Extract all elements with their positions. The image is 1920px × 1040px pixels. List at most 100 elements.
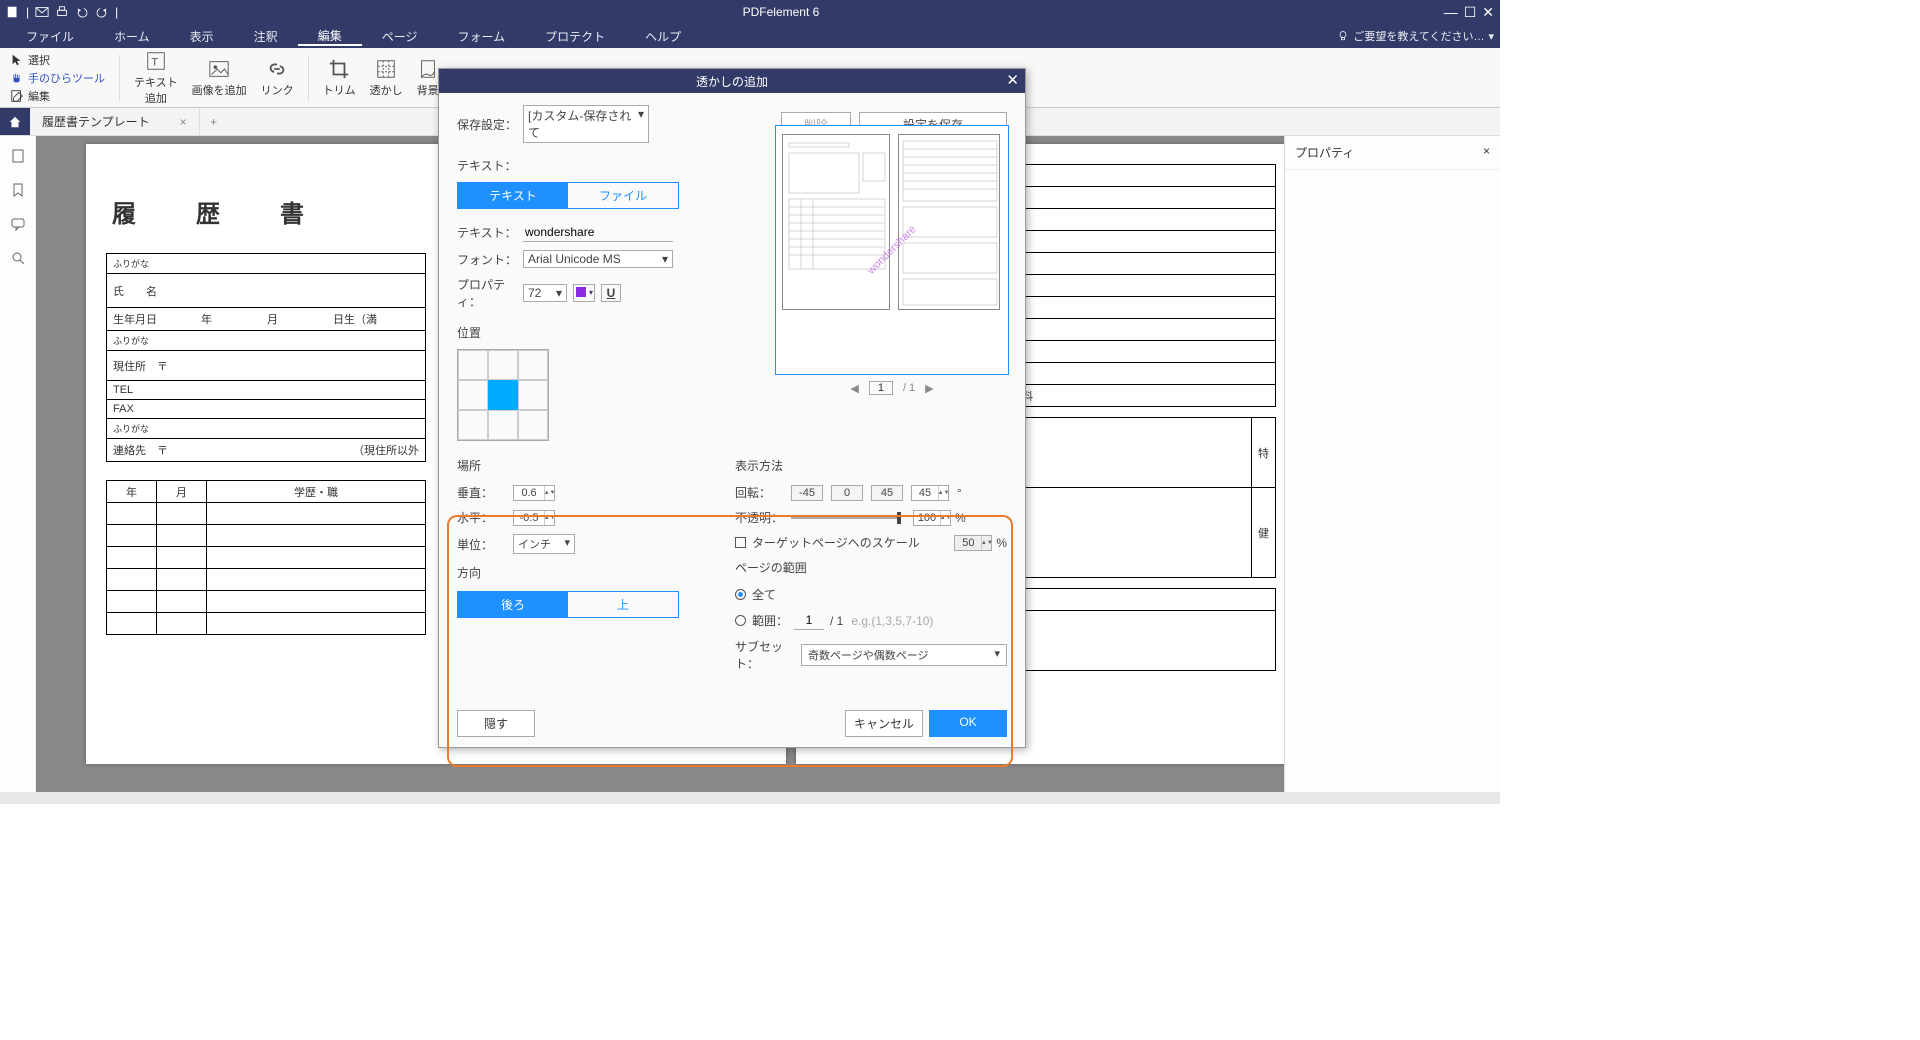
menu-protect[interactable]: プロテクト: [525, 28, 625, 45]
print-icon[interactable]: [55, 5, 69, 19]
vertical-spinner[interactable]: 0.6▲▼: [513, 485, 555, 501]
dialog-close-icon[interactable]: ✕: [1006, 71, 1019, 89]
home-tab[interactable]: [0, 108, 30, 135]
angle-0[interactable]: 0: [831, 485, 863, 501]
edit-icon: [10, 89, 24, 103]
watermark-dialog: 透かしの追加 ✕ 保存設定： [カスタム-保存されて▾ 削除 設定を保存 テキス…: [438, 68, 1026, 748]
spinner-arrows-icon: ▲▼: [981, 536, 991, 550]
underline-toggle[interactable]: U: [601, 284, 621, 302]
thumbnails-icon[interactable]: [10, 148, 26, 164]
mail-icon[interactable]: [35, 5, 49, 19]
dialog-titlebar: 透かしの追加 ✕: [439, 69, 1025, 93]
horizontal-spinner[interactable]: -0.5▲▼: [513, 510, 555, 526]
titlebar-quick-icons: | |: [6, 5, 118, 19]
color-swatch[interactable]: ▾: [573, 284, 595, 302]
menu-comment[interactable]: 注釈: [234, 28, 298, 45]
app-icon: [6, 5, 20, 19]
range-range-radio[interactable]: [735, 615, 746, 626]
location-title: 場所: [457, 457, 717, 474]
font-size-select[interactable]: 72▾: [523, 284, 567, 302]
spinner-arrows-icon[interactable]: ▲▼: [940, 511, 950, 525]
range-from-input[interactable]: [794, 611, 824, 630]
app-title: PDFelement 6: [118, 5, 1443, 19]
font-label: フォント：: [457, 251, 523, 268]
close-button[interactable]: ✕: [1482, 4, 1494, 21]
search-icon[interactable]: [10, 250, 26, 266]
segment-file[interactable]: ファイル: [568, 183, 678, 208]
opacity-spinner[interactable]: 100▲▼: [913, 510, 951, 526]
preview-box: wondershare: [775, 125, 1009, 375]
doc-tab-1[interactable]: 履歴書テンプレート ×: [30, 108, 200, 135]
redo-dropdown-icon[interactable]: [95, 5, 109, 19]
history-table: 年月学歴・職: [106, 480, 426, 635]
segment-text[interactable]: テキスト: [458, 183, 568, 208]
menu-file[interactable]: ファイル: [6, 28, 94, 45]
cursor-icon: [10, 53, 24, 67]
edit-tool[interactable]: 編集: [10, 88, 105, 104]
menu-help[interactable]: ヘルプ: [625, 28, 701, 45]
select-tool[interactable]: 選択: [10, 52, 105, 68]
bg-icon: [417, 58, 439, 80]
bookmark-icon[interactable]: [10, 182, 26, 198]
text-input-label: テキスト：: [457, 224, 523, 241]
chevron-down-icon: ▾: [662, 252, 668, 266]
direction-segment: 後ろ 上: [457, 591, 679, 618]
tab-label: 履歴書テンプレート: [42, 113, 150, 130]
window-controls: — ☐ ✕: [1444, 4, 1494, 21]
preview-page-2: [898, 134, 1000, 310]
scale-checkbox[interactable]: [735, 537, 746, 548]
menu-form[interactable]: フォーム: [437, 28, 525, 45]
current-page[interactable]: 1: [869, 381, 893, 395]
slider-thumb[interactable]: [897, 512, 901, 524]
spinner-arrows-icon[interactable]: ▲▼: [544, 486, 554, 500]
save-preset-select[interactable]: [カスタム-保存されて▾: [523, 105, 649, 143]
add-image-button[interactable]: 画像を追加: [192, 58, 247, 98]
cancel-button[interactable]: キャンセル: [845, 710, 923, 737]
undo-icon[interactable]: [75, 5, 89, 19]
range-all-radio[interactable]: [735, 589, 746, 600]
position-grid[interactable]: [457, 349, 549, 441]
unit-select[interactable]: インチ▾: [513, 534, 575, 554]
properties-close-icon[interactable]: ×: [1483, 144, 1490, 161]
menu-home[interactable]: ホーム: [94, 28, 170, 45]
minimize-button[interactable]: —: [1444, 4, 1458, 21]
direction-back[interactable]: 後ろ: [458, 592, 568, 617]
opacity-slider[interactable]: [791, 517, 901, 519]
spinner-arrows-icon[interactable]: ▲▼: [544, 511, 554, 525]
statusbar: [0, 792, 1500, 804]
ribbon-tool-column: 選択 手のひらツール 編集: [10, 52, 105, 104]
next-page-icon[interactable]: ▶: [925, 382, 933, 395]
tab-close-icon[interactable]: ×: [180, 115, 187, 129]
preview-pager: ◀ 1 / 1 ▶: [775, 381, 1009, 395]
trim-button[interactable]: トリム: [323, 58, 356, 98]
add-tab-button[interactable]: +: [200, 108, 228, 135]
feedback-link[interactable]: ご要望を教えてください… ▾: [1337, 28, 1494, 44]
chevron-down-icon: ▾: [994, 647, 1000, 663]
angle-n45[interactable]: -45: [791, 485, 823, 501]
spinner-arrows-icon[interactable]: ▲▼: [938, 486, 948, 500]
ok-button[interactable]: OK: [929, 710, 1007, 737]
maximize-button[interactable]: ☐: [1464, 4, 1477, 21]
menu-edit[interactable]: 編集: [298, 27, 362, 46]
angle-spinner[interactable]: 45▲▼: [911, 485, 949, 501]
add-text-button[interactable]: Tテキスト 追加: [134, 50, 178, 106]
hide-button[interactable]: 隠す: [457, 710, 535, 737]
subset-select[interactable]: 奇数ページや偶数ページ▾: [801, 644, 1007, 666]
watermark-text-input[interactable]: [523, 223, 673, 242]
background-button[interactable]: 背景: [417, 58, 439, 98]
watermark-button[interactable]: 透かし: [370, 58, 403, 98]
comment-icon[interactable]: [10, 216, 26, 232]
position-center[interactable]: [488, 380, 518, 410]
pattern-icon: [375, 58, 397, 80]
titlebar: | | PDFelement 6 — ☐ ✕: [0, 0, 1500, 24]
menu-page[interactable]: ページ: [362, 28, 438, 45]
link-button[interactable]: リンク: [261, 58, 294, 98]
crop-icon: [328, 58, 350, 80]
direction-front[interactable]: 上: [568, 592, 678, 617]
prev-page-icon[interactable]: ◀: [850, 382, 858, 395]
hand-tool[interactable]: 手のひらツール: [10, 70, 105, 86]
angle-45[interactable]: 45: [871, 485, 903, 501]
chevron-down-icon: ▾: [589, 288, 593, 297]
font-select[interactable]: Arial Unicode MS▾: [523, 250, 673, 268]
menu-view[interactable]: 表示: [170, 28, 234, 45]
